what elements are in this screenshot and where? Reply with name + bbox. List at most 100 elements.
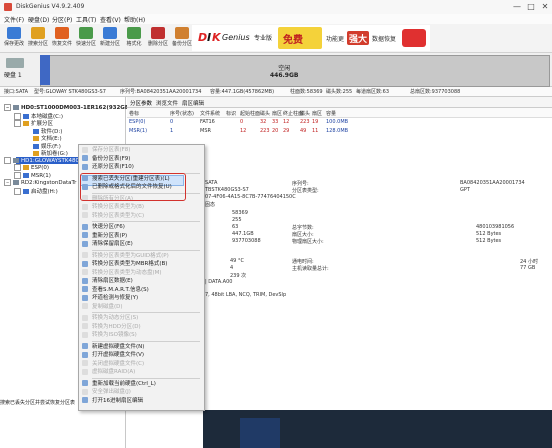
tab-sector-editor[interactable]: 扇区编辑 — [182, 99, 204, 107]
svg-text:Genius: Genius — [222, 33, 250, 42]
context-menu-item[interactable]: 查看S.M.A.R.T.信息(S) — [82, 286, 149, 294]
table-cell: ESP(0) — [129, 119, 146, 125]
context-menu-item[interactable]: 快速分区(F6) — [82, 223, 125, 231]
menu-item-icon — [82, 212, 88, 218]
detail-value: 58369 — [232, 210, 248, 216]
toolbar-button-5[interactable]: 格式化 — [122, 27, 146, 51]
tree-node-label: 启动盘(H:) — [31, 188, 58, 195]
svg-text:K: K — [212, 31, 222, 44]
tab-partition-params[interactable]: 分区参数 — [130, 99, 152, 107]
menu-item-icon — [82, 303, 88, 309]
context-menu-item[interactable]: 清除扇区数据(E) — [82, 277, 133, 285]
expand-toggle[interactable] — [14, 120, 21, 127]
menu-item-label: 关闭虚拟硬盘文件(C) — [92, 360, 145, 367]
menu-item-icon — [82, 351, 88, 358]
info-interface: 接口:SATA — [4, 89, 29, 95]
menu-item-icon — [82, 388, 88, 395]
context-menu-item[interactable]: 重新分区表(P) — [82, 232, 127, 240]
promo-banner[interactable]: D I K Genius 专业版 免费 功能更 强大 数据恢复 — [192, 25, 430, 51]
toolbar-label-0: 保存更改 — [3, 41, 24, 47]
disk-bar-used-segment[interactable] — [40, 55, 50, 85]
context-menu-item[interactable]: 转换为动态分区(S) — [82, 314, 138, 322]
expand-toggle[interactable]: − — [4, 156, 11, 164]
menu-partition[interactable]: 分区(P) — [52, 15, 72, 24]
context-menu-item[interactable]: 打开16进制扇区编辑 — [82, 397, 143, 405]
context-menu-item[interactable]: 转换分区表类型为动态盘(M) — [82, 269, 162, 277]
toolbar-button-4[interactable]: 新建分区 — [98, 27, 122, 51]
tab-browse-files[interactable]: 浏览文件 — [156, 99, 178, 107]
context-menu-item[interactable]: 坏道检测与修复(Y) — [82, 294, 138, 302]
menu-item-label: 安全弹出磁盘(J) — [92, 389, 131, 395]
detail-value: BA08420351AA20001734 — [460, 180, 525, 186]
menu-item-label: 还原分区表(F10) — [92, 164, 134, 170]
tree-node[interactable]: MSR(1) — [14, 171, 51, 179]
menu-file[interactable]: 文件(F) — [4, 15, 24, 24]
toolbar-button-2[interactable]: 恢复文件 — [50, 27, 74, 51]
detail-label: 总字节数: — [292, 225, 314, 231]
context-menu-item[interactable]: 保存分区表(F8) — [82, 146, 130, 154]
tree-node[interactable]: 启动盘(H:) — [14, 187, 58, 195]
partition-icon — [23, 188, 29, 194]
detail-value: 255 — [232, 217, 242, 223]
detail-label: 序列号: — [292, 181, 309, 187]
menu-item-label: 坏道检测与修复(Y) — [92, 295, 139, 301]
toolbar-label-3: 快速分区 — [75, 41, 96, 47]
maximize-button[interactable]: □ — [524, 2, 538, 12]
context-menu-item[interactable]: 新建虚拟硬盘文件(N) — [82, 343, 144, 351]
context-menu-item[interactable]: 转换分区表类型为MBR格式(B) — [82, 260, 167, 268]
partition-icon — [23, 165, 29, 170]
toolbar-button-7[interactable]: 备份分区 — [170, 27, 194, 51]
menu-item-icon — [82, 163, 88, 170]
table-header-cell: 容量 — [326, 111, 337, 117]
expand-toggle[interactable] — [14, 187, 21, 195]
detail-label: 分区表类型: — [292, 188, 319, 194]
detail-value: 7, 48bit LBA, NCQ, TRIM, DevSlp — [205, 292, 287, 298]
context-menu-item[interactable]: 打开虚拟硬盘文件(V) — [82, 351, 144, 359]
toolbar-button-3[interactable]: 快速分区 — [74, 27, 98, 51]
context-menu-item[interactable]: 转换分区表类型为(B) — [82, 203, 144, 211]
context-menu-item[interactable]: 重新加载当前硬盘(Ctrl_L) — [82, 380, 156, 388]
context-menu-item[interactable]: 安全弹出磁盘(J) — [82, 388, 131, 396]
context-menu-item[interactable]: 转换分区表类型为(C) — [82, 212, 144, 220]
table-cell: MSR(1) — [129, 128, 148, 134]
toolbar-button-6[interactable]: 删除分区 — [146, 27, 170, 51]
info-model: 型号:GLOWAY STK480GS3-S7 — [34, 89, 106, 95]
context-menu-item[interactable]: 转换为ISO镜像(S) — [82, 331, 137, 339]
close-button[interactable]: ✕ — [538, 2, 552, 12]
menu-help[interactable]: 帮助(H) — [124, 15, 145, 24]
toolbar-icon-1 — [31, 27, 45, 39]
tree-node[interactable]: − HD0:ST1000DM003-1ER162(932GB) — [4, 104, 132, 111]
menu-view[interactable]: 查看(V) — [100, 15, 121, 24]
context-menu-item[interactable]: 清除保留扇区(E) — [82, 240, 133, 248]
table-cell: MSR — [200, 128, 211, 134]
context-menu-item[interactable]: 还原分区表(F10) — [82, 163, 134, 171]
banner-graphic: D I K Genius 专业版 免费 功能更 强大 数据恢复 — [192, 25, 430, 51]
context-menu-item[interactable]: 转换分区表类型为GUID格式(P) — [82, 252, 169, 260]
table-header-cell: 扇区 — [272, 111, 283, 117]
tree-node[interactable]: − RD2:KingstonDataTr — [4, 179, 76, 186]
context-menu-item[interactable]: 虚拟磁盘RAID(A) — [82, 368, 135, 376]
expand-toggle[interactable]: − — [4, 104, 11, 111]
disk-icon — [13, 180, 19, 185]
menu-disk[interactable]: 硬盘(D) — [28, 15, 49, 24]
toolbar-button-0[interactable]: 保存更改 — [2, 27, 26, 51]
partition-icon — [33, 151, 39, 156]
context-menu-item[interactable]: 复制磁盘(D) — [82, 303, 123, 311]
context-menu-item[interactable]: 转换为HDD分区(D) — [82, 323, 141, 331]
expand-toggle[interactable]: − — [4, 179, 11, 186]
toolbar-button-1[interactable]: 搜索分区 — [26, 27, 50, 51]
context-menu-item[interactable]: 关闭虚拟硬盘文件(C) — [82, 360, 144, 368]
info-sectors-track: 每道扇区数:63 — [356, 89, 390, 95]
taskbar-window[interactable] — [240, 418, 280, 448]
free-space-label: 空闲 446.9GB — [270, 63, 298, 79]
minimize-button[interactable]: — — [510, 2, 524, 12]
expand-toggle[interactable] — [14, 171, 21, 179]
tree-node[interactable]: ESP(0) — [14, 164, 49, 171]
svg-text:功能更: 功能更 — [326, 35, 344, 43]
context-menu-item[interactable]: 备份分区表(F9) — [82, 155, 130, 163]
menu-tools[interactable]: 工具(T) — [76, 15, 96, 24]
menu-item-icon — [82, 260, 88, 267]
menu-item-icon — [82, 323, 88, 329]
expand-toggle[interactable] — [14, 164, 21, 171]
table-cell: 12 — [283, 119, 290, 125]
